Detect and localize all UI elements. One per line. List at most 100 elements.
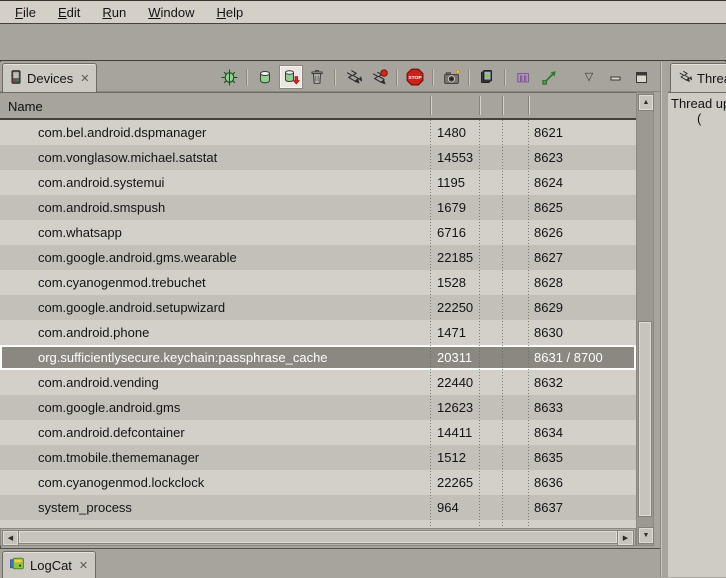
table-row[interactable]: com.android.phone 1471 8630 <box>0 320 636 345</box>
column-resize-handle[interactable] <box>502 96 503 115</box>
process-pid: 22185 <box>437 250 473 265</box>
process-port: 8634 <box>534 425 563 440</box>
process-port: 8633 <box>534 400 563 415</box>
column-resize-handle[interactable] <box>528 96 529 115</box>
table-row[interactable]: com.android.systemui 1195 8624 <box>0 170 636 195</box>
main-toolbar <box>0 24 726 61</box>
threads-message: Thread up ( <box>668 92 726 577</box>
tab-threads[interactable]: Threads <box>670 63 726 92</box>
process-pid: 12623 <box>437 400 473 415</box>
process-port: 8636 <box>534 475 563 490</box>
toolbar-separator <box>468 69 470 86</box>
table-row[interactable]: system_process 964 8637 <box>0 495 636 520</box>
process-name: com.cyanogenmod.trebuchet <box>38 275 206 290</box>
horizontal-scrollbar[interactable]: ◀ ▶ <box>0 528 636 546</box>
stop-process-icon[interactable]: STOP <box>403 65 427 89</box>
process-name: com.cyanogenmod.lockclock <box>38 475 204 490</box>
dump-hprof-icon[interactable] <box>279 65 303 89</box>
close-icon[interactable]: ✕ <box>77 559 88 572</box>
process-pid: 14553 <box>437 150 473 165</box>
view-menu-icon[interactable]: ▽ <box>577 65 601 89</box>
table-row[interactable]: com.whatsapp 6716 8626 <box>0 220 636 245</box>
table-row[interactable]: com.google.android.setupwizard 22250 862… <box>0 295 636 320</box>
device-view-icon[interactable] <box>475 65 499 89</box>
process-pid: 14411 <box>437 425 472 440</box>
logcat-tab-strip: LogCat ✕ <box>0 548 660 577</box>
scroll-down-icon[interactable]: ▼ <box>638 527 654 544</box>
table-row[interactable]: com.google.android.gms.wearable 22185 86… <box>0 245 636 270</box>
debug-process-icon[interactable] <box>217 65 241 89</box>
start-method-profiling-icon[interactable] <box>367 65 391 89</box>
tab-logcat[interactable]: LogCat ✕ <box>2 551 96 578</box>
toolbar-separator <box>504 69 506 86</box>
table-header: Name <box>0 92 636 120</box>
cause-gc-icon[interactable] <box>305 65 329 89</box>
table-row[interactable]: com.tmobile.thememanager 1512 8635 <box>0 445 636 470</box>
toolbar-separator <box>334 69 336 86</box>
process-name: com.google.android.gms <box>38 400 180 415</box>
process-port: 8623 <box>534 150 563 165</box>
process-name: com.google.android.setupwizard <box>38 300 225 315</box>
close-icon[interactable]: ✕ <box>78 72 89 85</box>
process-name: system_process <box>38 500 132 515</box>
menu-item[interactable]: File <box>4 3 47 22</box>
process-name: org.sufficientlysecure.keychain:passphra… <box>38 350 328 365</box>
tab-devices-label: Devices <box>27 71 73 86</box>
scroll-right-icon[interactable]: ▶ <box>617 530 634 546</box>
process-pid: 6716 <box>437 225 466 240</box>
horizontal-scrollbar-thumb[interactable] <box>18 530 618 544</box>
table-row[interactable]: com.android.defcontainer 14411 8634 <box>0 420 636 445</box>
process-port: 8632 <box>534 375 563 390</box>
process-pid: 1512 <box>437 450 466 465</box>
table-row[interactable]: com.cyanogenmod.lockclock 22265 8636 <box>0 470 636 495</box>
process-port: 8635 <box>534 450 563 465</box>
table-row[interactable]: com.android.smspush 1679 8625 <box>0 195 636 220</box>
scroll-left-icon[interactable]: ◀ <box>2 530 19 546</box>
tab-logcat-label: LogCat <box>30 558 72 573</box>
table-row[interactable]: com.android.vending 22440 8632 <box>0 370 636 395</box>
vertical-scrollbar-thumb[interactable] <box>638 321 652 517</box>
process-port: 8628 <box>534 275 563 290</box>
process-port: 8637 <box>534 500 563 515</box>
scroll-up-icon[interactable]: ▲ <box>638 94 654 111</box>
menu-item[interactable]: Run <box>91 3 137 22</box>
update-threads-icon[interactable] <box>341 65 365 89</box>
process-pid: 1471 <box>437 325 466 340</box>
table-row[interactable]: com.bel.android.dspmanager 1480 8621 <box>0 120 636 145</box>
maximize-icon[interactable] <box>629 65 653 89</box>
screen-capture-icon[interactable] <box>439 65 463 89</box>
threads-message-line1: Thread up <box>671 96 726 111</box>
dump-view-hierarchy-icon[interactable] <box>511 65 535 89</box>
process-port: 8625 <box>534 200 563 215</box>
table-row[interactable]: org.sufficientlysecure.keychain:passphra… <box>0 345 636 370</box>
column-resize-handle[interactable] <box>430 96 431 115</box>
table-row[interactable]: com.cyanogenmod.trebuchet 1528 8628 <box>0 270 636 295</box>
toolbar-separator <box>432 69 434 86</box>
process-pid: 1195 <box>437 175 465 190</box>
threads-icon <box>678 70 692 87</box>
process-pid: 964 <box>437 500 459 515</box>
menu-item[interactable]: Window <box>137 3 205 22</box>
minimize-icon[interactable] <box>603 65 627 89</box>
process-port: 8630 <box>534 325 563 340</box>
systrace-icon[interactable] <box>537 65 561 89</box>
table-row[interactable]: com.vonglasow.michael.satstat 14553 8623 <box>0 145 636 170</box>
menu-item[interactable]: Help <box>205 3 254 22</box>
devices-view-toolbar: STOP <box>216 64 654 90</box>
logcat-icon <box>10 557 25 573</box>
menu-item[interactable]: Edit <box>47 3 91 22</box>
process-pid: 1679 <box>437 200 466 215</box>
vertical-scrollbar[interactable]: ▲ ▼ <box>636 92 654 546</box>
table-row[interactable]: com.google.android.gms 12623 8633 <box>0 395 636 420</box>
tab-devices[interactable]: Devices ✕ <box>2 63 97 92</box>
process-table: com.bel.android.dspmanager 1480 8621 com… <box>0 120 636 528</box>
process-pid: 22250 <box>437 300 473 315</box>
process-port: 8624 <box>534 175 563 190</box>
process-port: 8626 <box>534 225 563 240</box>
update-heap-icon[interactable] <box>253 65 277 89</box>
process-port: 8631 / 8700 <box>534 350 603 365</box>
column-resize-handle[interactable] <box>479 96 480 115</box>
threads-panel: Threads Thread up ( <box>668 62 726 577</box>
column-header-name[interactable]: Name <box>8 99 43 114</box>
process-name: com.whatsapp <box>38 225 122 240</box>
